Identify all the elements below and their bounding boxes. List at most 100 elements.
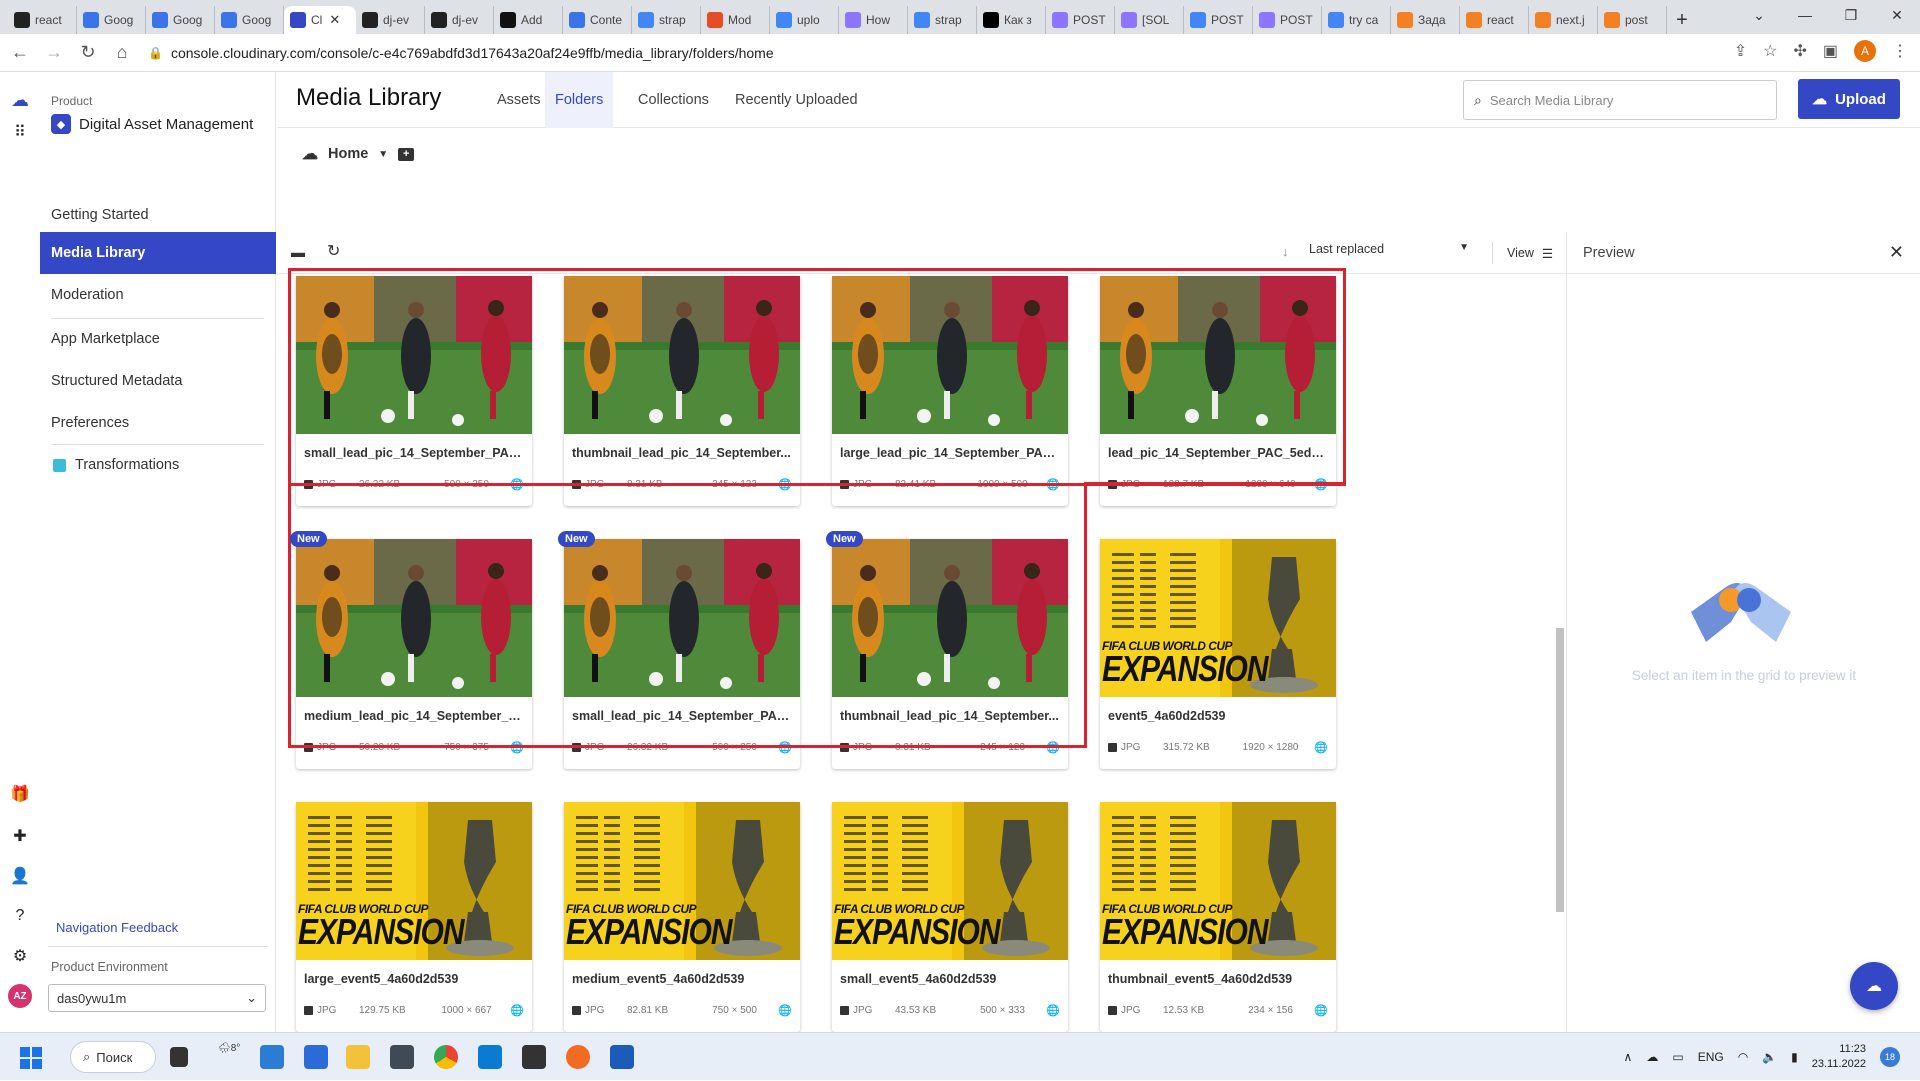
- browser-tab[interactable]: Mod: [701, 6, 770, 34]
- search-input[interactable]: ⌕ Search Media Library: [1463, 80, 1777, 120]
- new-folder-icon[interactable]: +: [398, 147, 415, 161]
- help-icon[interactable]: ?: [10, 906, 30, 926]
- browser-tab[interactable]: dj-ev: [425, 6, 494, 34]
- upload-button[interactable]: ☁ Upload: [1798, 79, 1900, 119]
- browser-tab[interactable]: dj-ev: [356, 6, 425, 34]
- sidebar-item-moderation[interactable]: Moderation: [40, 274, 276, 316]
- browser-tab[interactable]: POST: [1184, 6, 1253, 34]
- folder-toggle-icon[interactable]: ▬: [291, 244, 305, 260]
- powershell-icon[interactable]: [260, 1045, 284, 1069]
- profile-avatar[interactable]: A: [1854, 40, 1876, 62]
- puzzle-icon[interactable]: ✚: [10, 826, 30, 846]
- language-indicator[interactable]: ENG: [1698, 1050, 1724, 1064]
- notification-badge[interactable]: 18: [1880, 1047, 1900, 1067]
- gift-icon[interactable]: 🎁: [10, 784, 30, 804]
- postman-icon[interactable]: [566, 1045, 590, 1069]
- add-user-icon[interactable]: 👤: [10, 866, 30, 886]
- sort-select[interactable]: Last replaced ▼: [1309, 242, 1469, 256]
- network-icon[interactable]: ▭: [1672, 1050, 1683, 1064]
- tab-collections[interactable]: Collections: [628, 72, 719, 128]
- tab-folders[interactable]: Folders: [545, 72, 614, 128]
- browser-tab[interactable]: react: [1460, 6, 1529, 34]
- side-panel-icon[interactable]: ▣: [1823, 41, 1838, 61]
- asset-thumbnail-fifa[interactable]: FIFA CLUB WORLD CUP EXPANSION: [832, 802, 1068, 960]
- asset-card[interactable]: FIFA CLUB WORLD CUP EXPANSION medium_event…: [564, 802, 800, 1032]
- asset-thumbnail-fifa[interactable]: FIFA CLUB WORLD CUP EXPANSION: [1100, 539, 1336, 697]
- scroll-thumb[interactable]: [1556, 628, 1564, 912]
- sidebar-item-media-library[interactable]: Media Library: [40, 232, 276, 274]
- cloudinary-logo-icon[interactable]: ☁: [10, 90, 30, 110]
- sidebar-item-getting-started[interactable]: Getting Started: [40, 194, 276, 236]
- tab-recently-uploaded[interactable]: Recently Uploaded: [725, 72, 868, 128]
- forward-icon[interactable]: →: [40, 39, 68, 67]
- bookmark-star-icon[interactable]: ☆: [1763, 41, 1777, 61]
- tray-chevron-icon[interactable]: ∧: [1624, 1050, 1633, 1064]
- asset-thumbnail-fifa[interactable]: FIFA CLUB WORLD CUP EXPANSION: [564, 802, 800, 960]
- browser-tab[interactable]: post: [1598, 6, 1667, 34]
- close-icon[interactable]: ✕: [1889, 242, 1904, 263]
- url-field[interactable]: 🔒 console.cloudinary.com/console/c-e4c76…: [148, 39, 1748, 67]
- restore-icon[interactable]: ❐: [1828, 0, 1874, 30]
- view-toggle[interactable]: View ☰: [1492, 242, 1553, 264]
- new-tab-icon[interactable]: +: [1667, 6, 1697, 34]
- help-chat-button[interactable]: ☁: [1850, 962, 1898, 1010]
- product-environment-select[interactable]: das0ywu1m ⌄: [48, 984, 266, 1012]
- windows-start-icon[interactable]: [20, 1047, 42, 1069]
- weather-widget[interactable]: 🌧8°: [218, 1043, 240, 1054]
- browser-tab[interactable]: Зада: [1391, 6, 1460, 34]
- caret-down-icon[interactable]: ▼: [378, 149, 388, 160]
- battery-icon[interactable]: ▮: [1791, 1050, 1798, 1064]
- navigation-feedback-link[interactable]: Navigation Feedback: [56, 920, 178, 935]
- browser-tab[interactable]: POST: [1046, 6, 1115, 34]
- browser-tab[interactable]: strap: [908, 6, 977, 34]
- task-view-icon[interactable]: [170, 1047, 188, 1067]
- sidebar-item-preferences[interactable]: Preferences: [40, 402, 276, 444]
- browser-tab[interactable]: Как з: [977, 6, 1046, 34]
- browser-tab[interactable]: next.j: [1529, 6, 1598, 34]
- clock[interactable]: 11:23 23.11.2022: [1812, 1042, 1866, 1072]
- reload-icon[interactable]: ↻: [74, 39, 102, 67]
- chrome-icon[interactable]: [434, 1045, 458, 1069]
- sidebar-item-transformations[interactable]: Transformations: [40, 444, 276, 486]
- app-icon[interactable]: [390, 1045, 414, 1069]
- share-icon[interactable]: ⇪: [1734, 41, 1747, 61]
- file-explorer-icon[interactable]: [346, 1045, 370, 1069]
- browser-tab[interactable]: [SOL: [1115, 6, 1184, 34]
- user-avatar[interactable]: AZ: [8, 984, 32, 1008]
- vscode-icon[interactable]: [478, 1045, 502, 1069]
- browser-tab[interactable]: try ca: [1322, 6, 1391, 34]
- wifi-icon[interactable]: ◠: [1738, 1050, 1748, 1064]
- grid-scrollbar[interactable]: [1554, 282, 1564, 1032]
- product-switcher[interactable]: ◆ Digital Asset Management: [51, 114, 253, 134]
- window-close-icon[interactable]: ✕: [1874, 0, 1920, 30]
- asset-thumbnail-fifa[interactable]: FIFA CLUB WORLD CUP EXPANSION: [296, 802, 532, 960]
- browser-tab[interactable]: POST: [1253, 6, 1322, 34]
- sort-direction-icon[interactable]: ↓: [1282, 244, 1289, 259]
- asset-card[interactable]: FIFA CLUB WORLD CUP EXPANSION small_event5…: [832, 802, 1068, 1032]
- browser-menu-icon[interactable]: ⋮: [1892, 41, 1908, 61]
- browser-tab[interactable]: uplo: [770, 6, 839, 34]
- browser-tab[interactable]: strap: [632, 6, 701, 34]
- browser-tab[interactable]: How: [839, 6, 908, 34]
- home-icon[interactable]: ⌂: [108, 39, 136, 67]
- store-icon[interactable]: [304, 1045, 328, 1069]
- taskbar-search[interactable]: ⌕ Поиск: [70, 1041, 156, 1073]
- volume-icon[interactable]: 🔈: [1762, 1050, 1777, 1064]
- extensions-icon[interactable]: ✣: [1793, 41, 1806, 61]
- asset-card[interactable]: FIFA CLUB WORLD CUP EXPANSION event5_4a60d…: [1100, 539, 1336, 769]
- settings-gear-icon[interactable]: ⚙: [10, 946, 30, 966]
- app-grid-icon[interactable]: ⠿: [10, 122, 30, 142]
- browser-tab[interactable]: Goog: [215, 6, 284, 34]
- breadcrumb-home[interactable]: Home: [328, 146, 368, 162]
- browser-tab[interactable]: Cl ✕: [284, 6, 356, 34]
- virtualbox-icon[interactable]: [522, 1045, 546, 1069]
- asset-card[interactable]: FIFA CLUB WORLD CUP EXPANSION thumbnail_ev…: [1100, 802, 1336, 1032]
- browser-tab[interactable]: Conte: [563, 6, 632, 34]
- asset-thumbnail-fifa[interactable]: FIFA CLUB WORLD CUP EXPANSION: [1100, 802, 1336, 960]
- refresh-icon[interactable]: ↻: [327, 241, 340, 261]
- minimize-icon[interactable]: —: [1782, 0, 1828, 30]
- browser-tab[interactable]: Goog: [77, 6, 146, 34]
- browser-tab[interactable]: Goog: [146, 6, 215, 34]
- onedrive-icon[interactable]: ☁: [1646, 1050, 1658, 1064]
- back-icon[interactable]: ←: [6, 39, 34, 67]
